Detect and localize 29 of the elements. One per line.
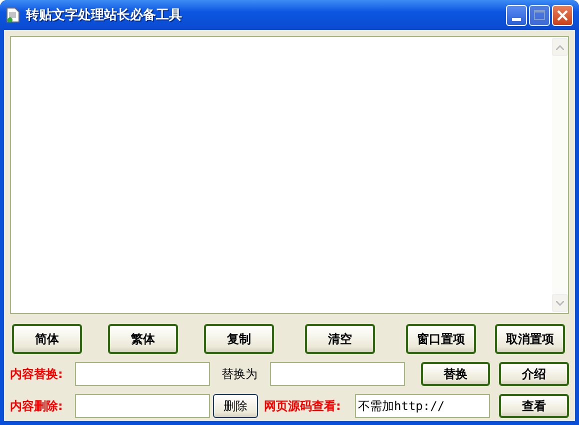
toolbar-button[interactable]: 繁体 xyxy=(108,324,178,354)
delete-field[interactable] xyxy=(75,394,210,418)
toolbar-button[interactable]: 窗口置项 xyxy=(406,324,476,354)
replace-button[interactable]: 替换 xyxy=(420,362,490,386)
window-title: 转贴文字处理站长必备工具 xyxy=(26,6,182,24)
document-icon xyxy=(6,7,20,23)
scroll-down-icon[interactable] xyxy=(556,300,564,306)
toolbar-button[interactable]: 简体 xyxy=(12,324,82,354)
url-field[interactable]: 不需加http:// xyxy=(355,394,490,418)
scroll-up-icon[interactable] xyxy=(556,44,564,50)
minimize-button[interactable] xyxy=(506,4,527,26)
view-button[interactable]: 查看 xyxy=(499,394,569,418)
maximize-button[interactable] xyxy=(529,4,550,26)
toolbar-button[interactable]: 取消置项 xyxy=(495,324,565,354)
find-field[interactable] xyxy=(74,362,210,386)
maximize-icon xyxy=(534,10,545,20)
toolbar-button[interactable]: 复制 xyxy=(204,324,274,354)
close-icon xyxy=(557,10,568,20)
replace-label: 内容替换: xyxy=(10,366,64,382)
scrollbar[interactable] xyxy=(552,37,568,313)
delete-label: 内容删除: xyxy=(10,398,64,414)
about-button[interactable]: 介绍 xyxy=(499,362,569,386)
toolbar-button[interactable]: 清空 xyxy=(305,324,375,354)
source-label: 网页源码查看: xyxy=(264,398,342,414)
delete-button[interactable]: 删除 xyxy=(213,394,258,418)
replace-with-label: 替换为 xyxy=(222,366,258,382)
minimize-icon xyxy=(512,18,521,20)
close-button[interactable] xyxy=(552,4,573,26)
replace-field[interactable] xyxy=(270,362,405,386)
